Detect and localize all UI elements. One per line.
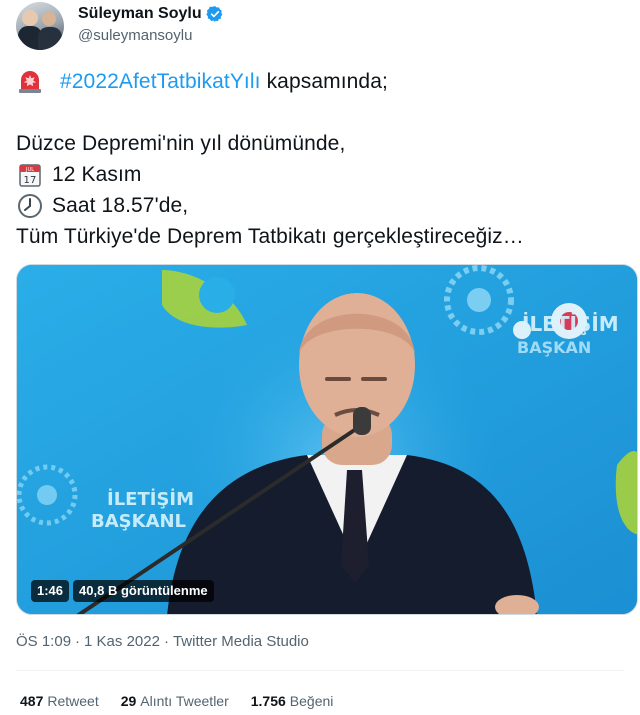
tweet-line-5: Tüm Türkiye'de Deprem Tatbikatı gerçekle… bbox=[16, 221, 626, 252]
tweet-line-4-text: Saat 18.57'de, bbox=[52, 194, 189, 217]
tweet-header: Süleyman Soylu @suleymansoylu bbox=[16, 2, 224, 50]
retweets-label: Retweet bbox=[47, 693, 99, 709]
quotes-count: 29 bbox=[120, 693, 137, 709]
video-badges: 1:46 40,8 B görüntülenme bbox=[31, 580, 214, 602]
tweet-line-2-text: Düzce Depremi'nin yıl dönümünde, bbox=[16, 132, 346, 155]
svg-text:JUL: JUL bbox=[25, 167, 34, 173]
tweet-line-1-text: kapsamında; bbox=[266, 70, 388, 93]
tweet-line-3-text: 12 Kasım bbox=[52, 163, 142, 186]
svg-text:17: 17 bbox=[24, 175, 37, 186]
video-frame: İLETİŞİM İLETİŞİM BAŞKANL BAŞKAN bbox=[17, 265, 637, 614]
tweet-text: #2022AfetTatbikatYılı kapsamında; Düzce … bbox=[16, 66, 626, 252]
siren-icon bbox=[16, 68, 44, 96]
calendar-icon: JUL 17 bbox=[16, 161, 44, 189]
meta-separator: · bbox=[163, 633, 169, 650]
avatar[interactable] bbox=[16, 2, 64, 50]
author-name[interactable]: Süleyman Soylu bbox=[78, 5, 202, 23]
tweet-line-5-text: Tüm Türkiye'de Deprem Tatbikatı gerçekle… bbox=[16, 225, 524, 248]
tweet-time[interactable]: ÖS 1:09 bbox=[16, 633, 71, 650]
likes-label: Beğeni bbox=[289, 693, 334, 709]
tweet-container: Süleyman Soylu @suleymansoylu #2022AfetT… bbox=[0, 0, 640, 715]
tweet-stats: 487 Retweet 29 Alıntı Tweetler 1.756 Beğ… bbox=[20, 693, 355, 709]
author-block: Süleyman Soylu @suleymansoylu bbox=[78, 3, 224, 44]
likes-stat[interactable]: 1.756 Beğeni bbox=[251, 693, 334, 709]
quotes-stat[interactable]: 29 Alıntı Tweetler bbox=[121, 693, 229, 709]
backdrop-text-4: BAŞKAN bbox=[517, 338, 591, 357]
backdrop-text-1: İLETİŞİM bbox=[522, 312, 619, 336]
tweet-line-2: Düzce Depremi'nin yıl dönümünde, bbox=[16, 128, 626, 159]
hashtag-link[interactable]: #2022AfetTatbikatYılı bbox=[60, 66, 261, 97]
tweet-line-1: #2022AfetTatbikatYılı kapsamında; bbox=[16, 66, 626, 97]
retweets-count: 487 bbox=[20, 693, 44, 709]
video-duration: 1:46 bbox=[31, 580, 70, 602]
name-row: Süleyman Soylu bbox=[78, 3, 224, 25]
tweet-meta: ÖS 1:09 · 1 Kas 2022 · Twitter Media Stu… bbox=[16, 633, 309, 650]
tweet-source[interactable]: Twitter Media Studio bbox=[173, 633, 309, 650]
likes-count: 1.756 bbox=[250, 693, 286, 709]
divider bbox=[16, 670, 624, 671]
verified-badge-icon bbox=[205, 5, 224, 23]
video-player[interactable]: İLETİŞİM İLETİŞİM BAŞKANL BAŞKAN 1:46 40… bbox=[16, 264, 638, 615]
tweet-date[interactable]: 1 Kas 2022 bbox=[84, 633, 160, 650]
video-views: 40,8 B görüntülenme bbox=[73, 580, 214, 602]
author-handle[interactable]: @suleymansoylu bbox=[78, 27, 224, 44]
quotes-label: Alıntı Tweetler bbox=[140, 693, 229, 709]
clock-icon bbox=[16, 192, 44, 220]
backdrop-text-2: BAŞKANL bbox=[91, 511, 186, 532]
meta-separator: · bbox=[75, 633, 81, 650]
tweet-line-3: JUL 17 12 Kasım bbox=[16, 159, 626, 190]
tweet-line-4: Saat 18.57'de, bbox=[16, 190, 626, 221]
retweets-stat[interactable]: 487 Retweet bbox=[20, 693, 99, 709]
